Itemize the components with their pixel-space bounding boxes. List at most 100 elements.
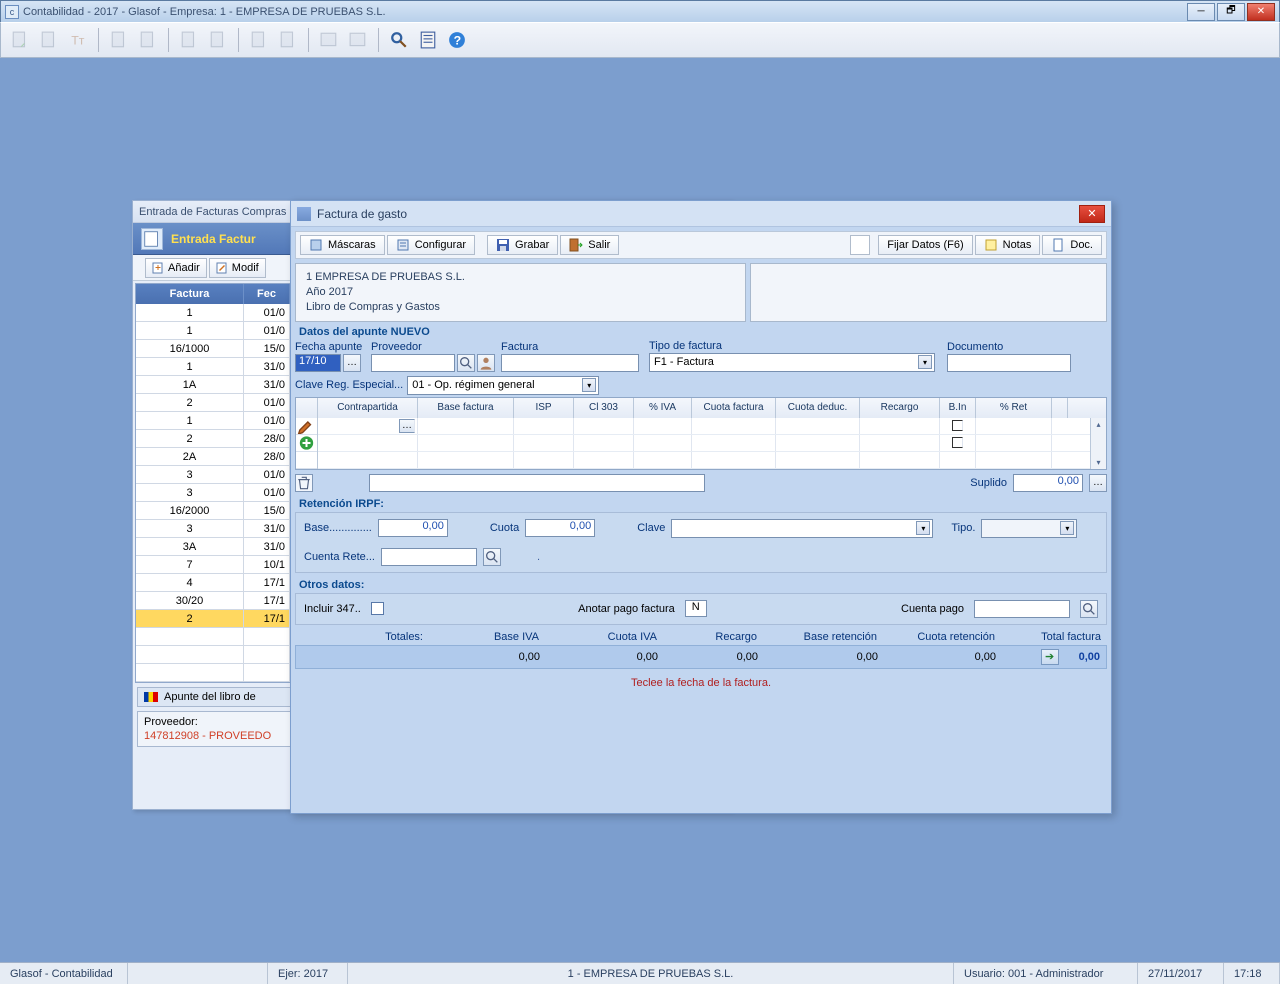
grabar-button[interactable]: Grabar: [487, 235, 558, 255]
doc-button[interactable]: Doc.: [1042, 235, 1102, 255]
fijar-datos-button[interactable]: Fijar Datos (F6): [878, 235, 972, 255]
doc-icon: [11, 31, 29, 49]
clave-label: Clave: [637, 522, 665, 534]
plus-icon: [152, 262, 164, 274]
status-ejer: Ejer: 2017: [268, 963, 348, 984]
otros-heading: Otros datos:: [299, 579, 1103, 591]
status-app: Glasof - Contabilidad: [0, 963, 128, 984]
doc5-icon: [209, 31, 227, 49]
bin-checkbox[interactable]: [952, 437, 963, 448]
toolbar-btn-3[interactable]: Tᴛ: [65, 27, 91, 53]
toolbar-btn-7[interactable]: [205, 27, 231, 53]
toolbar-btn-4[interactable]: [106, 27, 132, 53]
label-factura: Factura: [501, 341, 645, 353]
toolbar-btn-10[interactable]: [316, 27, 342, 53]
cuenta-rete-label: Cuenta Rete...: [304, 551, 375, 563]
maximize-button[interactable]: 🗗: [1217, 3, 1245, 21]
incluir-347-label: Incluir 347..: [304, 603, 361, 615]
toolbar-list-button[interactable]: [415, 27, 441, 53]
salir-button[interactable]: Salir: [560, 235, 619, 255]
row-edit-icon[interactable]: [296, 418, 317, 435]
clave-reg-select[interactable]: 01 - Op. régimen general▾: [407, 376, 599, 395]
description-input[interactable]: [369, 474, 705, 492]
base-label: Base..............: [304, 522, 372, 534]
anotar-pago-label: Anotar pago factura: [578, 603, 675, 615]
modif-button[interactable]: Modif: [209, 258, 266, 278]
cuenta-pago-input[interactable]: [974, 600, 1070, 618]
cuota-input[interactable]: 0,00: [525, 519, 595, 537]
note-icon: [984, 238, 998, 252]
tipo-select[interactable]: ▾: [981, 519, 1077, 538]
cuenta-pago-search-button[interactable]: [1080, 600, 1098, 618]
minimize-button[interactable]: ─: [1187, 3, 1215, 21]
toolbar-sep: [378, 28, 379, 52]
toolbar-help-button[interactable]: ?: [444, 27, 470, 53]
proveedor-search-button[interactable]: [457, 354, 475, 372]
status-message: Teclee la fecha de la factura.: [291, 677, 1111, 689]
scroll-down-icon: ▾: [1096, 458, 1100, 467]
toolbar-btn-1[interactable]: [7, 27, 33, 53]
close-button[interactable]: ✕: [1247, 3, 1275, 21]
blank-button[interactable]: [850, 235, 870, 255]
incluir-347-checkbox[interactable]: [371, 602, 384, 615]
suplido-input[interactable]: 0,00: [1013, 474, 1083, 492]
section-datos: Datos del apunte NUEVO: [299, 326, 1103, 338]
anadir-button[interactable]: Añadir: [145, 258, 207, 278]
list-icon: [419, 31, 437, 49]
fecha-lookup-button[interactable]: …: [343, 354, 361, 372]
configurar-button[interactable]: Configurar: [387, 235, 475, 255]
label-fecha: Fecha apunte: [295, 341, 367, 353]
doc9-icon: [349, 31, 367, 49]
base-input[interactable]: 0,00: [378, 519, 448, 537]
cuenta-rete-search-button[interactable]: [483, 548, 501, 566]
doc8-icon: [320, 31, 338, 49]
flag-icon: [144, 692, 158, 702]
cuenta-rete-input[interactable]: [381, 548, 477, 566]
anotar-pago-input[interactable]: N: [685, 600, 707, 617]
toolbar-btn-9[interactable]: [275, 27, 301, 53]
row-add-icon[interactable]: [296, 435, 317, 452]
toolbar-btn-8[interactable]: [246, 27, 272, 53]
documento-input[interactable]: [947, 354, 1071, 372]
proveedor-input[interactable]: [371, 354, 455, 372]
dropdown-icon: ▾: [916, 521, 930, 535]
grid-scrollbar[interactable]: ▴▾: [1090, 418, 1106, 469]
app-icon: c: [5, 5, 19, 19]
cuenta-pago-label: Cuenta pago: [901, 603, 964, 615]
factura-input[interactable]: [501, 354, 639, 372]
frontwin-title: Factura de gasto: [317, 207, 407, 221]
row-lookup-button[interactable]: …: [399, 419, 415, 433]
toolbar-search-button[interactable]: [386, 27, 412, 53]
mascaras-button[interactable]: Máscaras: [300, 235, 385, 255]
toolbar-btn-6[interactable]: [176, 27, 202, 53]
window-icon: [297, 207, 311, 221]
lines-grid[interactable]: ContrapartidaBase facturaISPCl 303% IVAC…: [295, 397, 1107, 470]
label-tipo-factura: Tipo de factura: [649, 340, 943, 352]
frontwin-titlebar: Factura de gasto ✕: [291, 201, 1111, 227]
retencion-heading: Retención IRPF:: [299, 498, 1103, 510]
exit-icon: [569, 238, 583, 252]
dropdown-icon: ▾: [918, 355, 932, 369]
window-title: Contabilidad - 2017 - Glasof - Empresa: …: [23, 6, 1185, 18]
label-clave-reg: Clave Reg. Especial...: [295, 379, 403, 391]
toolbar-btn-2[interactable]: [36, 27, 62, 53]
lines-header: ContrapartidaBase facturaISPCl 303% IVAC…: [296, 398, 1106, 418]
doc6-icon: [250, 31, 268, 49]
suplido-lookup-button[interactable]: …: [1089, 474, 1107, 492]
clave-select[interactable]: ▾: [671, 519, 933, 538]
config-icon: [396, 238, 410, 252]
toolbar-btn-11[interactable]: [345, 27, 371, 53]
frontwin-close-button[interactable]: ✕: [1079, 205, 1105, 223]
notas-button[interactable]: Notas: [975, 235, 1041, 255]
toolbar-btn-5[interactable]: [135, 27, 161, 53]
fecha-input[interactable]: 17/10: [295, 354, 341, 372]
delete-row-button[interactable]: [295, 474, 313, 492]
col-fecha: Fec: [244, 284, 290, 304]
tipo-factura-select[interactable]: F1 - Factura▾: [649, 353, 935, 372]
bin-checkbox[interactable]: [952, 420, 963, 431]
ribbon-label: Entrada Factur: [171, 232, 256, 246]
recalc-button[interactable]: ➔: [1041, 649, 1059, 665]
text-icon: Tᴛ: [69, 31, 87, 49]
frontwin-toolbar: Máscaras Configurar Grabar Salir Fijar D…: [295, 231, 1107, 259]
proveedor-user-button[interactable]: [477, 354, 495, 372]
